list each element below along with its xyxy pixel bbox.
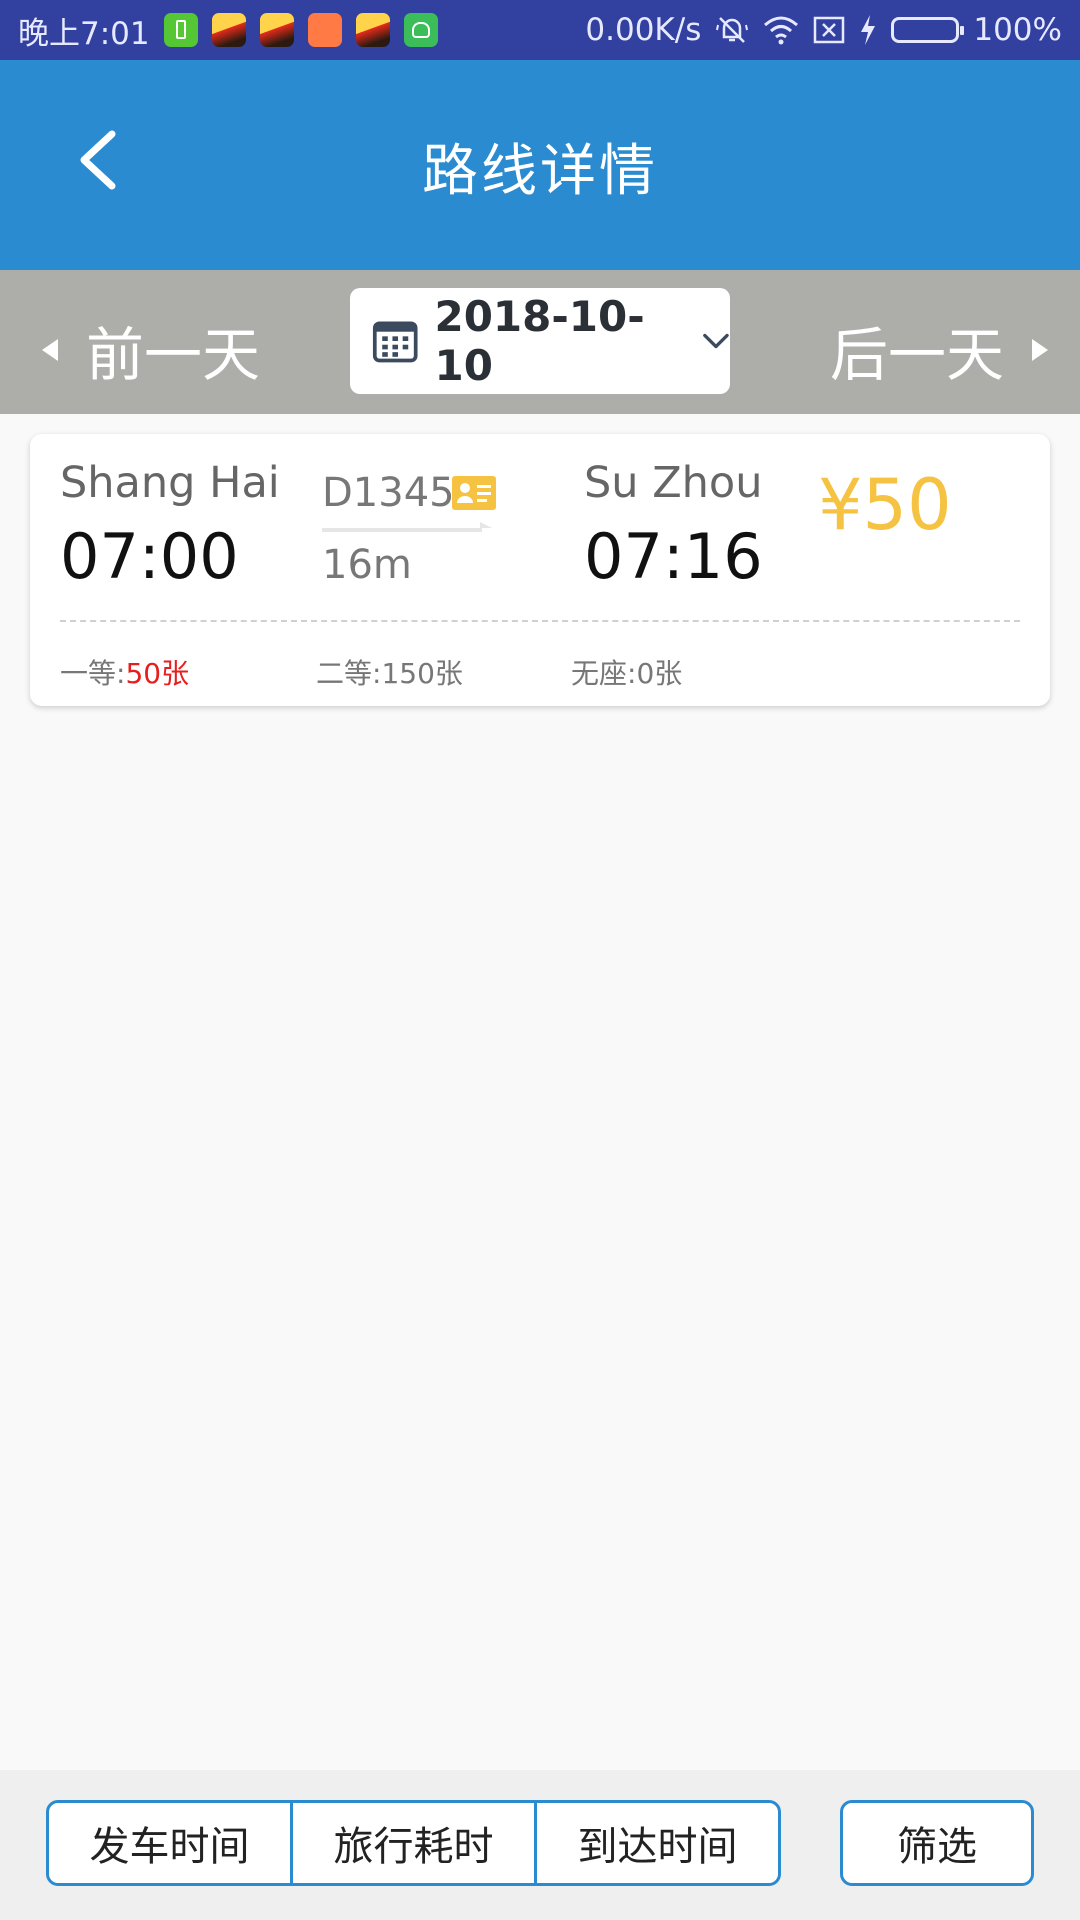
prev-day-label: 前一天 (86, 321, 261, 389)
sohu-app-icon (259, 13, 294, 47)
next-day-button[interactable]: 后一天 (830, 308, 1048, 392)
travel-duration: 16m (322, 542, 412, 588)
status-bar-right: 0.00K/s 100% (585, 12, 1062, 48)
arrival-time: 07:16 (584, 520, 763, 593)
train-number: D1345 (322, 470, 455, 516)
id-card-icon (452, 476, 496, 510)
next-day-label: 后一天 (829, 321, 1004, 389)
seat-label: 无座: (571, 657, 637, 690)
date-picker[interactable]: 2018-10-10 (350, 288, 730, 394)
seat-count: 50张 (125, 657, 190, 690)
route-line (322, 528, 482, 532)
seat-count: 0张 (636, 657, 683, 690)
battery-icon (891, 17, 965, 43)
page-title: 路线详情 (422, 139, 658, 204)
seat-label: 二等: (316, 657, 382, 690)
arrival-city: Su Zhou (584, 458, 763, 508)
date-bar: 前一天 2018-10-10 后一天 (0, 270, 1080, 414)
selected-date: 2018-10-10 (434, 292, 645, 390)
mi-app-icon (307, 13, 342, 47)
filter-button[interactable]: 筛选 (840, 1800, 1034, 1886)
android-app-icon (403, 13, 438, 47)
seat-second-class: 二等:150张 (316, 652, 463, 692)
chevron-down-icon (703, 333, 729, 349)
seat-no-seat: 无座:0张 (571, 652, 682, 692)
sohu-app-icon (355, 13, 390, 47)
network-speed: 0.00K/s (585, 12, 702, 48)
battery-percent: 100% (973, 12, 1062, 48)
train-card[interactable]: Shang Hai 07:00 D1345 16m Su Zhou 07:16 … (30, 434, 1050, 706)
battery-app-icon (163, 13, 198, 47)
sort-segmented-control: 发车时间 旅行耗时 到达时间 (46, 1800, 781, 1886)
calendar-icon (372, 321, 418, 363)
seat-label: 一等: (60, 657, 126, 690)
sohu-app-icon (211, 13, 246, 47)
ticket-price: ¥50 (818, 464, 952, 546)
status-time: 晚上7:01 (18, 15, 150, 52)
route-arrow-icon (480, 522, 492, 528)
seat-first-class: 一等:50张 (60, 652, 189, 692)
no-sim-icon (813, 15, 845, 45)
wifi-icon (763, 15, 799, 45)
charging-icon (859, 14, 877, 46)
app-bar: 路线详情 (0, 60, 1080, 270)
triangle-right-icon (1032, 339, 1048, 361)
sort-arrive-time-button[interactable]: 到达时间 (534, 1803, 778, 1883)
dashed-divider (60, 620, 1020, 622)
bottom-bar: 发车时间 旅行耗时 到达时间 筛选 (0, 1770, 1080, 1920)
triangle-left-icon (42, 339, 58, 361)
seat-count: 150张 (381, 657, 463, 690)
sort-travel-duration-button[interactable]: 旅行耗时 (290, 1803, 534, 1883)
status-bar-left: 晚上7:01 (18, 8, 438, 53)
departure-time: 07:00 (60, 520, 239, 593)
sort-depart-time-button[interactable]: 发车时间 (49, 1803, 290, 1883)
status-bar: 晚上7:01 0.00K/s 100% (0, 0, 1080, 60)
mute-vibrate-icon (715, 13, 749, 47)
departure-city: Shang Hai (60, 458, 280, 508)
prev-day-button[interactable]: 前一天 (42, 308, 260, 392)
